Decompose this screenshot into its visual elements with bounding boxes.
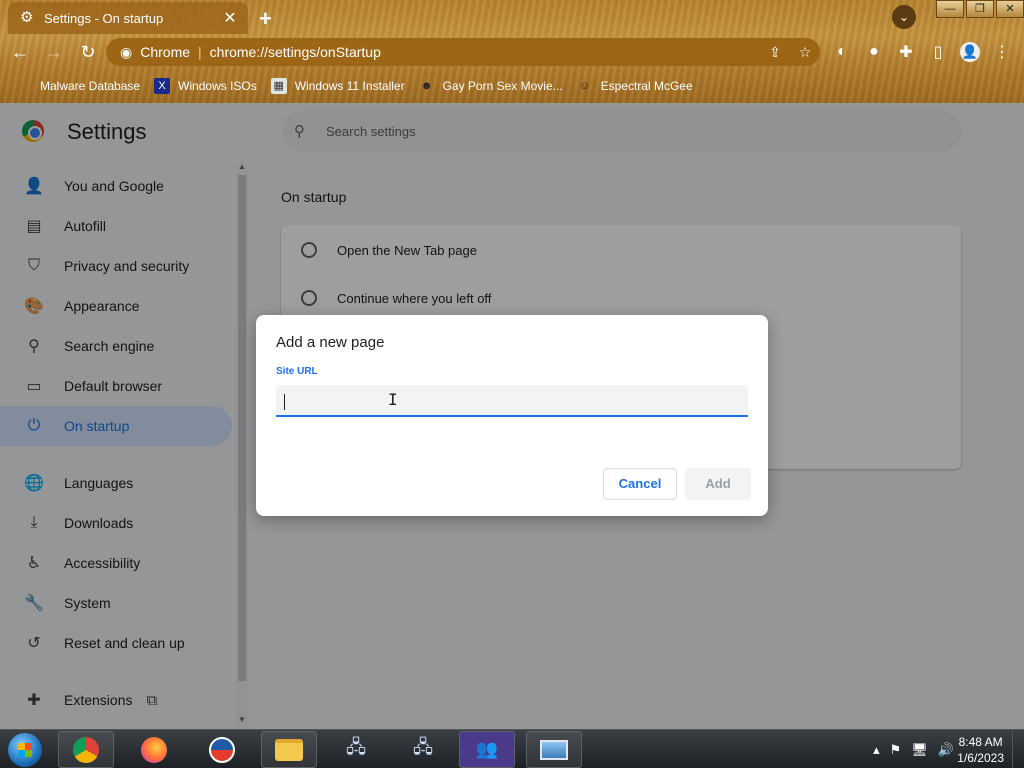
taskbar-app[interactable] xyxy=(526,731,582,768)
system-tray: ▴ ⚑ 🖥 🔊 xyxy=(863,730,954,768)
image-icon: ▦ xyxy=(270,78,287,94)
bookmark-icon xyxy=(16,78,32,94)
x-icon: X xyxy=(154,78,171,94)
add-button[interactable]: Add xyxy=(685,468,751,500)
profile-button[interactable]: 👤 xyxy=(954,42,986,62)
picture-icon xyxy=(540,739,568,760)
address-bar[interactable]: ◉ Chrome | chrome://settings/onStartup ⇪… xyxy=(106,38,820,66)
profile-avatar-icon: 👤 xyxy=(960,42,980,62)
tab-search-button[interactable]: ⌄ xyxy=(892,5,916,29)
extension-area: ◐ ● ✚ ▯ 👤 ⋮ xyxy=(826,34,1018,70)
taskbar-app[interactable] xyxy=(194,731,250,768)
tab-title: Settings - On startup xyxy=(44,10,164,26)
minimize-button[interactable]: — xyxy=(936,0,964,18)
taskbar-firefox[interactable] xyxy=(126,731,182,768)
side-panel-icon[interactable]: ▯ xyxy=(922,42,954,62)
bookmark-item[interactable]: Malware Database xyxy=(16,78,140,94)
taskbar-chrome[interactable] xyxy=(58,731,114,768)
text-cursor-icon: I xyxy=(388,390,398,409)
new-tab-button[interactable]: + xyxy=(259,6,272,32)
start-button[interactable] xyxy=(8,733,42,767)
text-caret xyxy=(284,394,285,410)
chrome-icon xyxy=(73,736,99,763)
omnibox-site-label: Chrome xyxy=(140,44,191,60)
taskbar-app[interactable]: 🖧 xyxy=(395,731,451,768)
menu-dots-icon[interactable]: ⋮ xyxy=(986,42,1018,62)
gear-icon: ⚙ xyxy=(20,9,34,26)
folder-icon xyxy=(275,738,303,761)
show-hidden-icons-icon[interactable]: ▴ xyxy=(873,742,880,758)
network-computer-icon: 🖧 xyxy=(412,736,434,757)
bookmark-star-icon[interactable]: ☆ xyxy=(790,44,820,61)
tab-close-button[interactable]: ✕ xyxy=(220,8,240,28)
bookmark-label: Malware Database xyxy=(40,79,141,93)
bookmark-label: Windows ISOs xyxy=(178,79,257,93)
cancel-button[interactable]: Cancel xyxy=(603,468,677,500)
clock-date: 1/6/2023 xyxy=(957,751,1004,765)
puzzle-icon[interactable]: ✚ xyxy=(890,42,922,62)
taskbar: 🖧 🖧 👥 ▴ ⚑ 🖥 🔊 8:48 AM 1/6/2023 xyxy=(0,729,1024,768)
volume-icon[interactable]: 🔊 xyxy=(938,742,954,758)
tab-settings[interactable]: ⚙ Settings - On startup ✕ xyxy=(8,2,248,34)
window-controls: — ❐ ✕ xyxy=(934,0,1024,18)
bookmark-item[interactable]: X Windows ISOs xyxy=(154,78,257,94)
firefox-icon xyxy=(141,736,167,763)
reload-button[interactable]: ↻ xyxy=(74,38,102,66)
chrome-icon: ◉ xyxy=(120,43,133,60)
restore-button[interactable]: ❐ xyxy=(966,0,994,18)
dialog-title: Add a new page xyxy=(276,334,385,351)
taskbar-app[interactable]: 👥 xyxy=(459,731,515,768)
close-window-button[interactable]: ✕ xyxy=(996,0,1024,18)
bookmark-label: Windows 11 Installer xyxy=(294,79,405,93)
back-button[interactable]: ← xyxy=(6,38,34,66)
omnibox-divider: | xyxy=(198,44,202,60)
bookmark-label: Gay Porn Sex Movie... xyxy=(442,79,563,93)
bookmark-item[interactable]: ☻ Gay Porn Sex Movie... xyxy=(419,78,563,94)
omnibox-url[interactable]: chrome://settings/onStartup xyxy=(210,44,760,60)
site-url-label: Site URL xyxy=(276,366,318,377)
add-page-dialog: Add a new page Site URL I Cancel Add xyxy=(256,315,768,516)
taskbar-app[interactable]: 🖧 xyxy=(328,731,384,768)
network-icon[interactable]: 🖥 xyxy=(911,742,928,758)
system-clock[interactable]: 8:48 AM 1/6/2023 xyxy=(957,734,1004,766)
users-icon: 👥 xyxy=(475,739,499,759)
bookmark-item[interactable]: ▦ Windows 11 Installer xyxy=(270,78,405,94)
bookmark-label: Espectral McGee xyxy=(600,79,693,93)
network-computer-icon: 🖧 xyxy=(345,736,367,757)
bookmark-item[interactable]: ☺ Espectral McGee xyxy=(577,78,693,94)
avatar-icon: ☺ xyxy=(579,80,591,92)
clock-time: 8:48 AM xyxy=(958,735,1003,749)
site-url-input[interactable] xyxy=(276,385,748,417)
browser-toolbar: ← → ↻ ◉ Chrome | chrome://settings/onSta… xyxy=(0,34,1024,70)
flag-icon[interactable]: ⚑ xyxy=(890,742,902,758)
avatar-extension-icon[interactable]: ● xyxy=(858,43,890,61)
site-icon: ☻ xyxy=(420,80,433,92)
flag-extension-icon[interactable]: ◐ xyxy=(826,43,858,61)
forward-button[interactable]: → xyxy=(40,38,68,66)
bookmarks-bar: Malware Database X Windows ISOs ▦ Window… xyxy=(0,72,1024,100)
circle-logo-icon xyxy=(209,736,235,763)
share-icon[interactable]: ⇪ xyxy=(760,44,790,61)
taskbar-explorer[interactable] xyxy=(261,731,317,768)
show-desktop-button[interactable] xyxy=(1012,730,1024,768)
